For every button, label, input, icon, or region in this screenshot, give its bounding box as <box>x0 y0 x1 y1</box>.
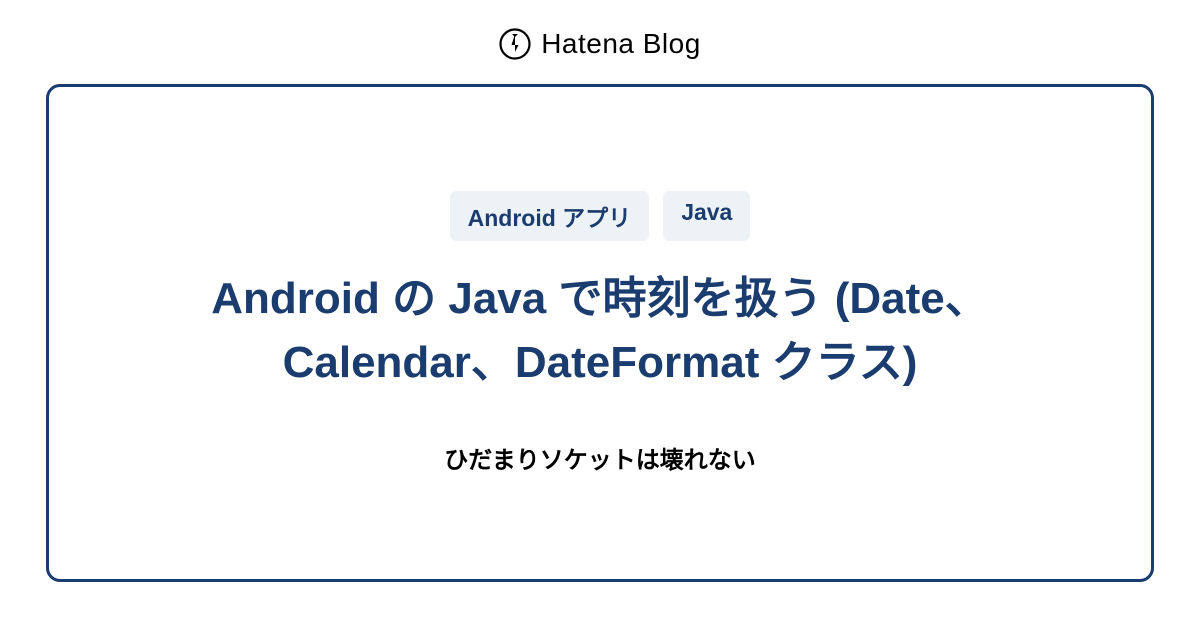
blog-name: ひだまりソケットは壊れない <box>444 440 756 475</box>
tag: Java <box>663 191 750 241</box>
header: Hatena Blog <box>499 0 701 84</box>
tag: Android アプリ <box>450 191 650 241</box>
brand-text: Hatena Blog <box>541 28 701 60</box>
tag-list: Android アプリ Java <box>450 191 751 241</box>
article-card: Android アプリ Java Android の Java で時刻を扱う (… <box>46 84 1154 582</box>
hatena-logo-icon <box>499 28 531 60</box>
article-title: Android の Java で時刻を扱う (Date、Calendar、Dat… <box>140 267 1060 395</box>
